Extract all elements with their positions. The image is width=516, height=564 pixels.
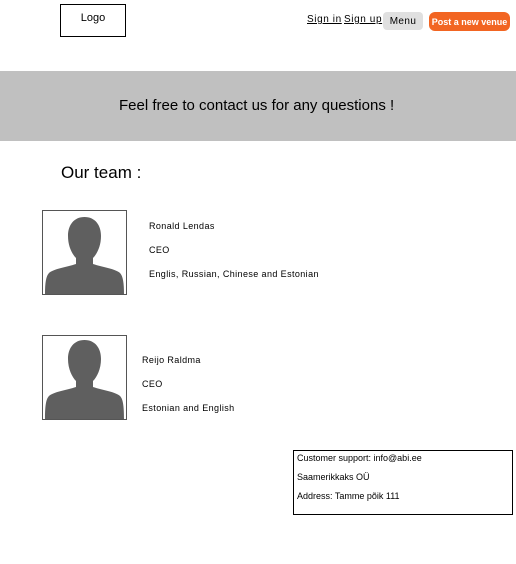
customer-support-text: Customer support: info@abi.ee	[297, 453, 422, 463]
logo[interactable]: Logo	[60, 4, 126, 37]
menu-button[interactable]: Menu	[383, 12, 423, 30]
person-silhouette-icon	[45, 340, 124, 419]
post-new-venue-button[interactable]: Post a new venue	[429, 12, 510, 31]
page: Logo Sign in Sign up Menu Post a new ven…	[0, 0, 516, 564]
member-name: Reijo Raldma	[142, 355, 201, 365]
address-text: Address: Tamme põik 111	[297, 491, 400, 501]
member-languages: Estonian and English	[142, 403, 235, 413]
logo-text: Logo	[80, 11, 106, 24]
member-languages: Englis, Russian, Chinese and Estonian	[149, 269, 319, 279]
member-name: Ronald Lendas	[149, 221, 215, 231]
banner-text: Feel free to contact us for any question…	[119, 97, 395, 114]
sign-up-link[interactable]: Sign up	[344, 14, 382, 25]
member-avatar	[42, 335, 127, 420]
company-name-text: Saamerikkaks OÜ	[297, 472, 370, 482]
member-avatar	[42, 210, 127, 295]
member-role: CEO	[149, 245, 170, 255]
sign-in-link[interactable]: Sign in	[307, 14, 342, 25]
person-silhouette-icon	[45, 217, 124, 294]
contact-info-box: Customer support: info@abi.ee Saamerikka…	[293, 450, 513, 515]
member-role: CEO	[142, 379, 163, 389]
team-heading: Our team :	[61, 163, 142, 182]
